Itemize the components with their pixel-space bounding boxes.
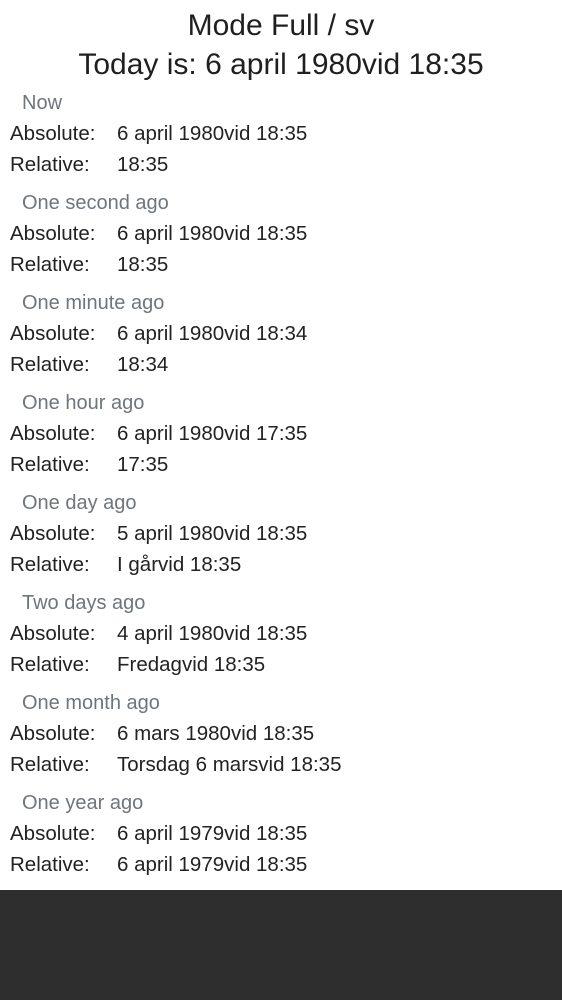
absolute-row: Absolute: 6 april 1979vid 18:35 (10, 820, 307, 848)
entry-label: One second ago (22, 192, 169, 214)
list-item: One minute ago Absolute: 6 april 1980vid … (0, 288, 562, 388)
absolute-key: Absolute: (10, 422, 96, 445)
relative-row: Relative: 6 april 1979vid 18:35 (10, 851, 307, 879)
relative-row: Relative: Torsdag 6 marsvid 18:35 (10, 751, 341, 779)
entry-label: Two days ago (22, 592, 146, 614)
list-item: One day ago Absolute: 5 april 1980vid 18:… (0, 488, 562, 588)
header: Mode Full / sv Today is: 6 april 1980vid… (0, 0, 562, 85)
absolute-row: Absolute: 6 april 1980vid 17:35 (10, 420, 307, 448)
entry-label: One day ago (22, 492, 137, 514)
absolute-key: Absolute: (10, 222, 96, 245)
relative-key: Relative: (10, 653, 90, 676)
absolute-value: 4 april 1980vid 18:35 (117, 622, 308, 645)
relative-row: Relative: I gårvid 18:35 (10, 551, 241, 579)
relative-value: I gårvid 18:35 (117, 553, 242, 576)
absolute-value: 6 april 1980vid 18:34 (117, 322, 308, 345)
bottom-bar (0, 890, 562, 1000)
today-line: Today is: 6 april 1980vid 18:35 (0, 45, 562, 85)
list-item: Now Absolute: 6 april 1980vid 18:35 Relat… (0, 88, 562, 188)
relative-value: 6 april 1979vid 18:35 (117, 853, 308, 876)
list-item: One month ago Absolute: 6 mars 1980vid 18… (0, 688, 562, 788)
page-title: Mode Full / sv (187, 9, 375, 42)
absolute-value: 6 april 1979vid 18:35 (117, 822, 308, 845)
relative-value: Fredagvid 18:35 (117, 653, 266, 676)
relative-value: Torsdag 6 marsvid 18:35 (117, 753, 342, 776)
absolute-row: Absolute: 4 april 1980vid 18:35 (10, 620, 307, 648)
entry-label: One year ago (22, 792, 144, 814)
relative-key: Relative: (10, 253, 90, 276)
entry-label: One minute ago (22, 292, 165, 314)
relative-key: Relative: (10, 353, 90, 376)
list-item: One second ago Absolute: 6 april 1980vid … (0, 188, 562, 288)
absolute-key: Absolute: (10, 622, 96, 645)
absolute-value: 6 april 1980vid 18:35 (117, 222, 308, 245)
relative-value: 18:34 (117, 353, 169, 376)
today-value: 6 april 1980vid 18:35 (205, 48, 484, 81)
absolute-row: Absolute: 6 mars 1980vid 18:35 (10, 720, 314, 748)
relative-value: 17:35 (117, 453, 169, 476)
absolute-key: Absolute: (10, 322, 96, 345)
absolute-key: Absolute: (10, 822, 96, 845)
absolute-row: Absolute: 6 april 1980vid 18:35 (10, 220, 307, 248)
absolute-value: 6 mars 1980vid 18:35 (117, 722, 315, 745)
relative-row: Relative: 18:35 (10, 251, 168, 279)
today-prefix: Today is: (78, 48, 206, 81)
entry-list: Now Absolute: 6 april 1980vid 18:35 Relat… (0, 88, 562, 888)
relative-key: Relative: (10, 853, 90, 876)
relative-row: Relative: 18:34 (10, 351, 168, 379)
list-item: One year ago Absolute: 6 april 1979vid 18… (0, 788, 562, 888)
absolute-value: 6 april 1980vid 18:35 (117, 122, 308, 145)
relative-row: Relative: Fredagvid 18:35 (10, 651, 265, 679)
absolute-row: Absolute: 5 april 1980vid 18:35 (10, 520, 307, 548)
absolute-key: Absolute: (10, 122, 96, 145)
relative-row: Relative: 18:35 (10, 151, 168, 179)
list-item: Two days ago Absolute: 4 april 1980vid 18… (0, 588, 562, 688)
relative-value: 18:35 (117, 253, 169, 276)
relative-row: Relative: 17:35 (10, 451, 168, 479)
absolute-value: 5 april 1980vid 18:35 (117, 522, 308, 545)
list-item: One hour ago Absolute: 6 april 1980vid 17… (0, 388, 562, 488)
absolute-row: Absolute: 6 april 1980vid 18:35 (10, 120, 307, 148)
absolute-value: 6 april 1980vid 17:35 (117, 422, 308, 445)
absolute-key: Absolute: (10, 722, 96, 745)
app-screen: Mode Full / sv Today is: 6 april 1980vid… (0, 0, 562, 1000)
entry-label: One hour ago (22, 392, 145, 414)
entry-label: One month ago (22, 692, 160, 714)
relative-key: Relative: (10, 453, 90, 476)
relative-value: 18:35 (117, 153, 169, 176)
entry-label: Now (22, 92, 63, 114)
absolute-key: Absolute: (10, 522, 96, 545)
absolute-row: Absolute: 6 april 1980vid 18:34 (10, 320, 307, 348)
relative-key: Relative: (10, 153, 90, 176)
relative-key: Relative: (10, 753, 90, 776)
relative-key: Relative: (10, 553, 90, 576)
